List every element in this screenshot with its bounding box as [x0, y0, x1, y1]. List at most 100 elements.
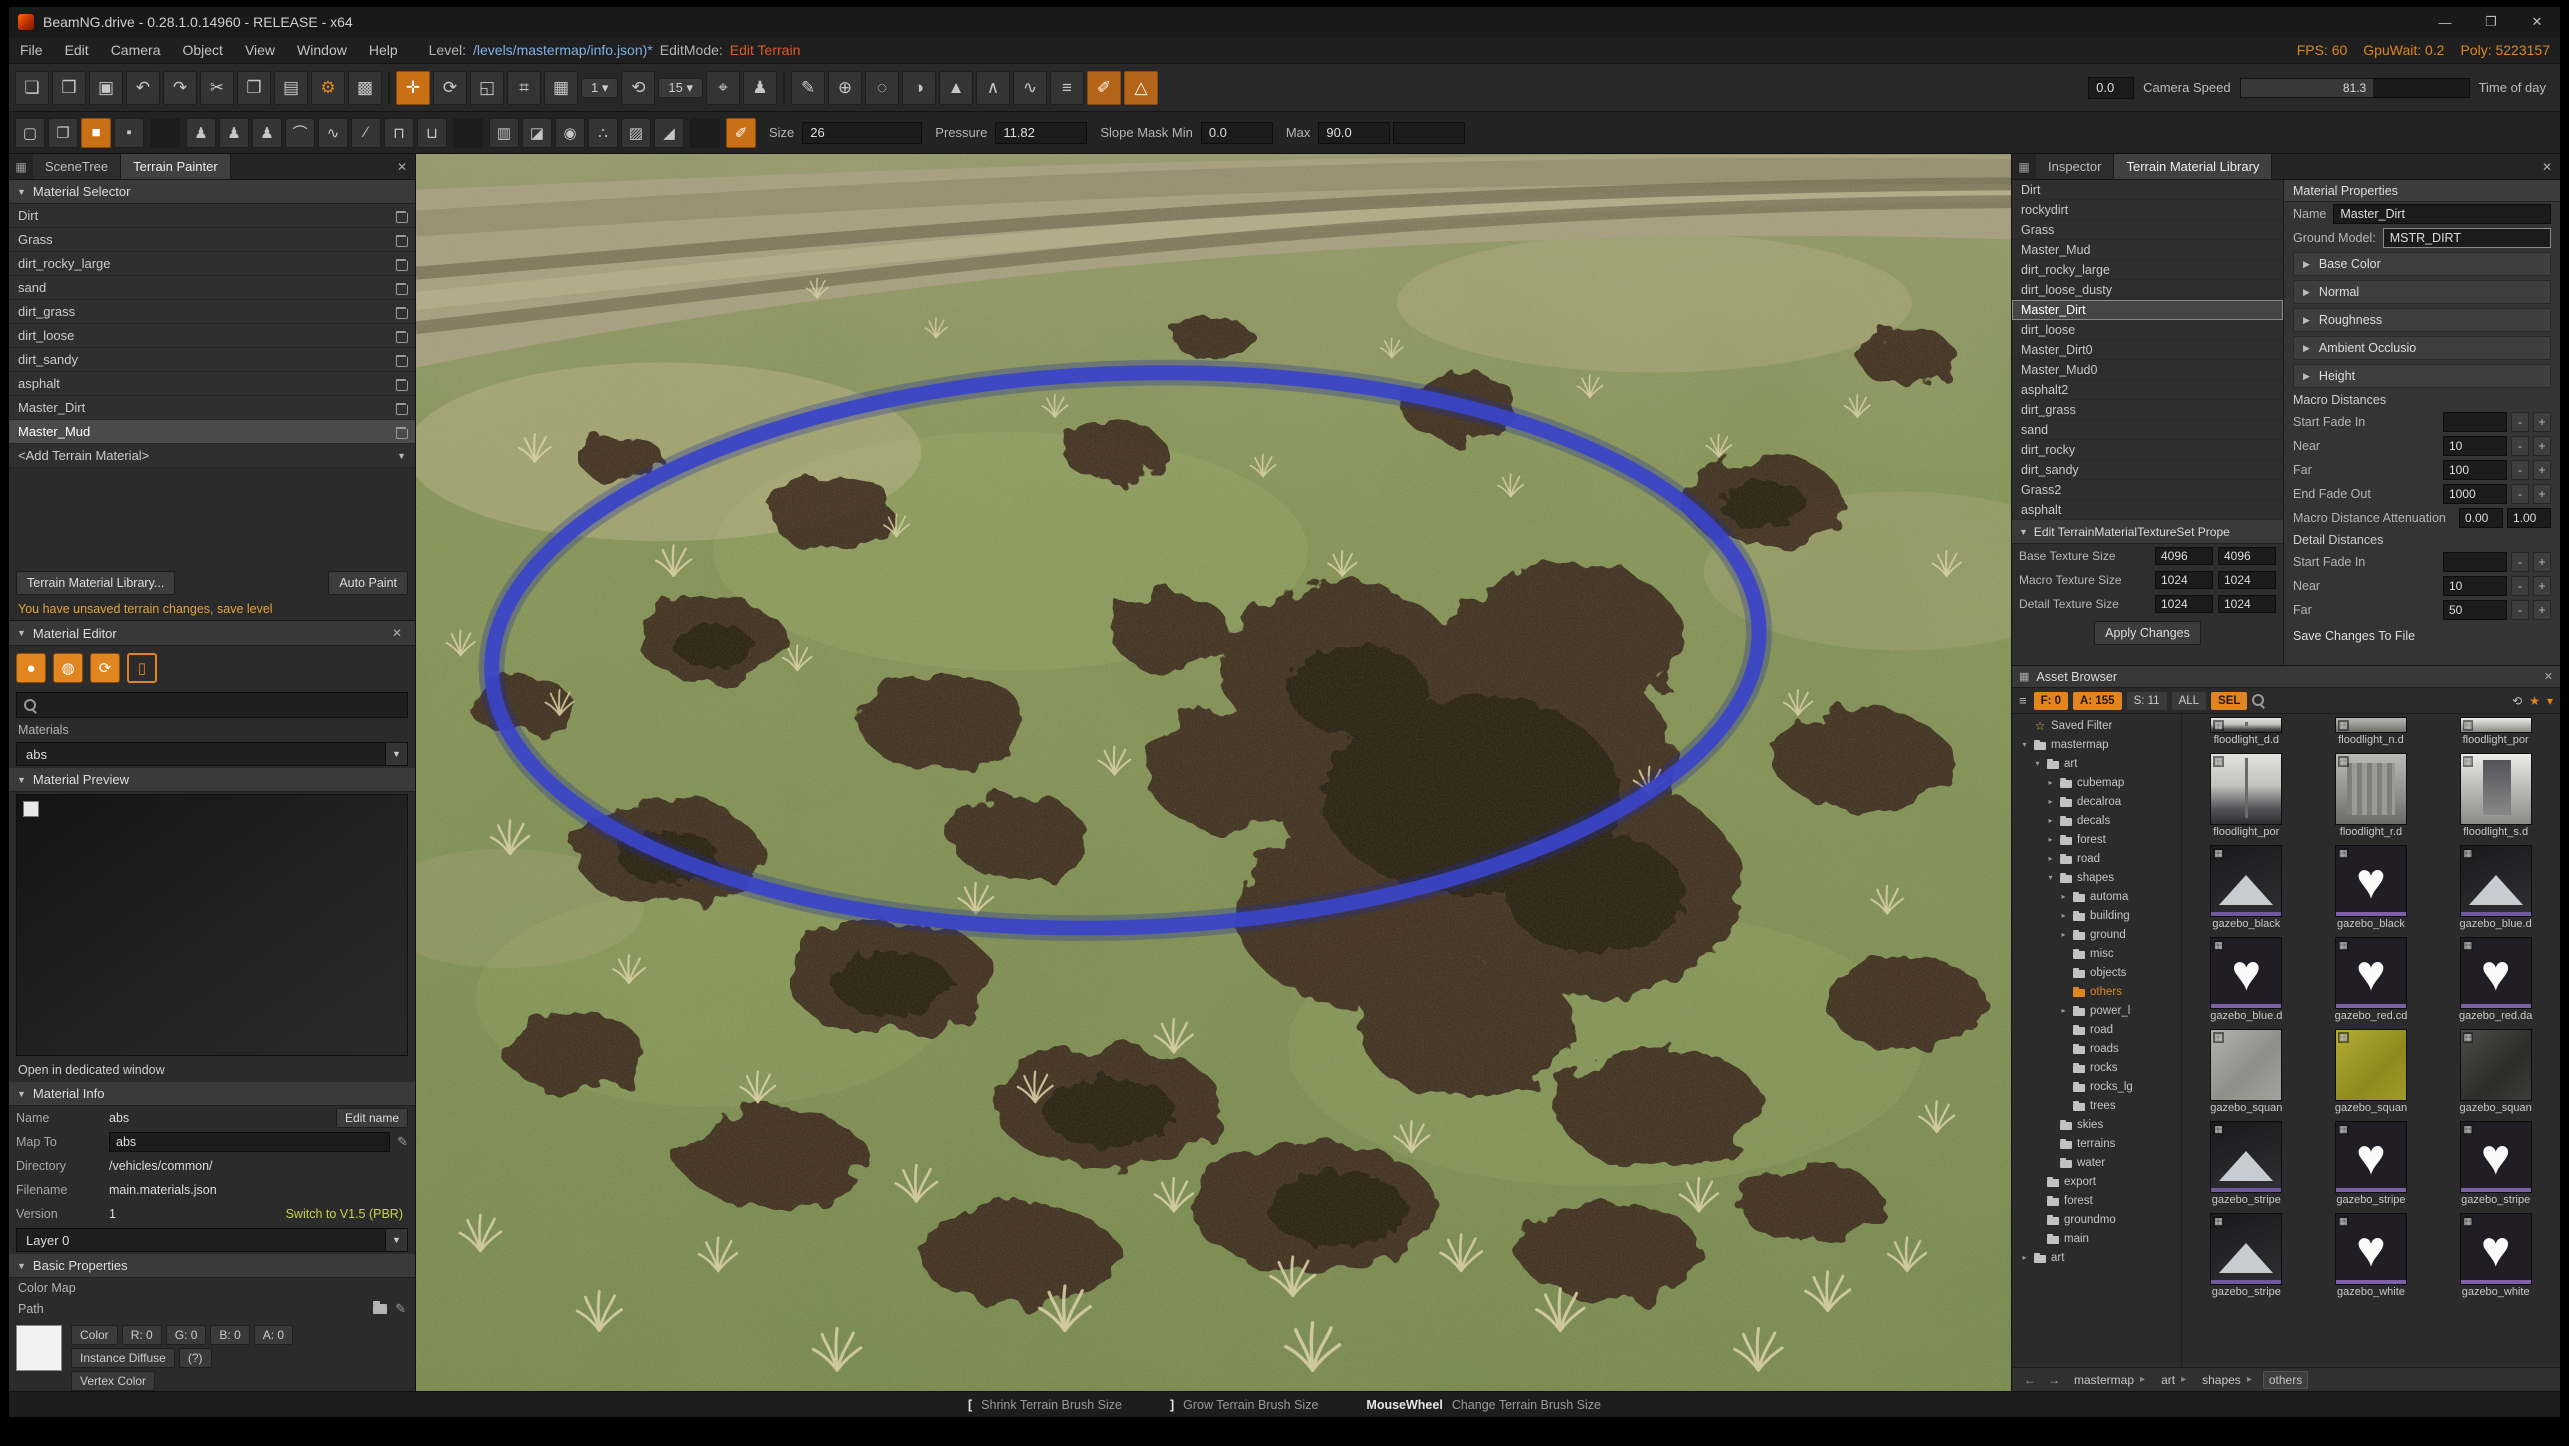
right-panel-tab[interactable]: Inspector: [2036, 154, 2114, 179]
increment-button[interactable]: +: [2533, 412, 2551, 432]
mask-icon[interactable]: ▨: [621, 118, 651, 148]
asset-thumbnail[interactable]: ▦ gazebo_red.cd: [2309, 934, 2434, 1026]
textureset-header[interactable]: ▼ Edit TerrainMaterialTextureSet Prope: [2012, 520, 2283, 544]
asset-thumbnail[interactable]: ▦ floodlight_por: [2433, 714, 2558, 750]
filter-chip[interactable]: S: 11: [2127, 692, 2167, 710]
brush-pressure-input[interactable]: 11.82: [995, 122, 1087, 144]
distance-value-input[interactable]: [2443, 436, 2507, 456]
spray-icon[interactable]: ∴: [588, 118, 618, 148]
asset-thumbnail[interactable]: ▦ gazebo_black: [2309, 842, 2434, 934]
height-columns-icon[interactable]: ▥: [489, 118, 519, 148]
switch-pbr-button[interactable]: Switch to V1.5 (PBR): [281, 1206, 408, 1222]
library-material-row[interactable]: dirt_sandy: [2012, 460, 2283, 480]
filter-chip[interactable]: F: 0: [2034, 692, 2068, 710]
menu-item[interactable]: Edit: [54, 37, 100, 63]
material-sphere-icon[interactable]: ●: [16, 653, 46, 683]
asset-tree-item[interactable]: objects: [2012, 963, 2181, 982]
breadcrumb-item[interactable]: art ▸: [2156, 1372, 2191, 1388]
paint-material-icon[interactable]: ✐: [726, 118, 756, 148]
back-icon[interactable]: ←: [2021, 1373, 2039, 1387]
new-file-icon[interactable]: ❏: [15, 71, 49, 105]
save-changes-button[interactable]: Save Changes To File: [2293, 629, 2551, 643]
asset-tree-item[interactable]: groundmo: [2012, 1210, 2181, 1229]
auto-paint-button[interactable]: Auto Paint: [328, 571, 408, 595]
delete-material-icon[interactable]: [396, 330, 406, 342]
decrement-button[interactable]: -: [2511, 460, 2529, 480]
terrain-sculpt-icon[interactable]: △: [1124, 71, 1158, 105]
asset-tree-item[interactable]: ▸ power_l: [2012, 1001, 2181, 1020]
asset-thumbnail[interactable]: ▦ floodlight_n.d: [2309, 714, 2434, 750]
decrement-button[interactable]: -: [2511, 412, 2529, 432]
decrement-button[interactable]: -: [2511, 552, 2529, 572]
color-b-value[interactable]: B: 0: [210, 1325, 249, 1345]
increment-button[interactable]: +: [2533, 576, 2551, 596]
eraser-icon[interactable]: ◪: [522, 118, 552, 148]
terrain-material-library-button[interactable]: Terrain Material Library...: [16, 571, 175, 595]
library-material-row[interactable]: dirt_rocky: [2012, 440, 2283, 460]
asset-thumbnail[interactable]: ▦ gazebo_stripe: [2184, 1118, 2309, 1210]
magnet-snap-icon[interactable]: ⌖: [706, 71, 740, 105]
increment-button[interactable]: +: [2533, 460, 2551, 480]
grid-size-dropdown[interactable]: 1 ▾: [581, 78, 618, 98]
material-name-input[interactable]: [2333, 204, 2551, 224]
smooth-terrain-icon[interactable]: ∿: [1013, 71, 1047, 105]
asset-thumbnail[interactable]: ▦ gazebo_squan: [2433, 1026, 2558, 1118]
flood-fill-icon[interactable]: ◉: [555, 118, 585, 148]
library-material-row[interactable]: dirt_loose: [2012, 320, 2283, 340]
asset-tree-item[interactable]: misc: [2012, 944, 2181, 963]
asset-tree-item[interactable]: others: [2012, 982, 2181, 1001]
snap-rotate-icon[interactable]: ⟲: [621, 71, 655, 105]
terrain-material-row[interactable]: Master_Mud: [9, 420, 415, 444]
mountain-tool-icon[interactable]: ▲: [939, 71, 973, 105]
basic-properties-header[interactable]: ▼ Basic Properties: [9, 1254, 415, 1278]
menu-item[interactable]: View: [234, 37, 286, 63]
camera-speed-min-input[interactable]: 0.0: [2088, 77, 2134, 99]
angle-snap-dropdown[interactable]: 15 ▾: [658, 78, 703, 98]
decrement-button[interactable]: -: [2511, 600, 2529, 620]
delete-material-icon[interactable]: [396, 402, 406, 414]
paint-terrain-icon[interactable]: ✐: [1087, 71, 1121, 105]
material-sphere-alt-icon[interactable]: ◍: [53, 653, 83, 683]
asset-tree-item[interactable]: road: [2012, 1020, 2181, 1039]
delete-material-icon[interactable]: [396, 234, 406, 246]
asset-tree-item[interactable]: ▸ decals: [2012, 811, 2181, 830]
material-editor-header[interactable]: ▼ Material Editor ✕: [9, 620, 415, 646]
delete-material-icon[interactable]: [396, 306, 406, 318]
map-section-header[interactable]: ▶ Normal: [2293, 280, 2551, 304]
texture-size-input[interactable]: [2218, 547, 2276, 565]
texture-size-input[interactable]: [2218, 571, 2276, 589]
ramp-icon[interactable]: ◢: [654, 118, 684, 148]
material-preview-area[interactable]: [16, 794, 408, 1056]
asset-tree-item[interactable]: rocks_lg: [2012, 1077, 2181, 1096]
close-button[interactable]: ✕: [2514, 7, 2560, 37]
library-material-row[interactable]: Master_Dirt: [2012, 300, 2283, 320]
apply-changes-button[interactable]: Apply Changes: [2094, 621, 2201, 645]
open-dedicated-window-link[interactable]: Open in dedicated window: [9, 1058, 415, 1082]
delete-material-icon[interactable]: [396, 282, 406, 294]
edit-name-button[interactable]: Edit name: [336, 1108, 408, 1128]
increment-button[interactable]: +: [2533, 484, 2551, 504]
color-a-value[interactable]: A: 0: [254, 1325, 293, 1345]
curve-plateau-icon[interactable]: ⊔: [417, 118, 447, 148]
material-filter-dropdown[interactable]: abs ▼: [16, 742, 408, 766]
menu-item[interactable]: Camera: [100, 37, 172, 63]
library-material-row[interactable]: Master_Dirt0: [2012, 340, 2283, 360]
maximize-button[interactable]: ❐: [2468, 7, 2514, 37]
slope-mask-min-input[interactable]: 0.0: [1201, 122, 1273, 144]
list-view-icon[interactable]: ≡: [2019, 693, 2027, 708]
undo-icon[interactable]: ↶: [126, 71, 160, 105]
move-tool-icon[interactable]: ✛: [396, 71, 430, 105]
asset-tree-item[interactable]: Saved Filter: [2012, 716, 2181, 735]
decrement-button[interactable]: -: [2511, 484, 2529, 504]
asset-tree-item[interactable]: terrains: [2012, 1134, 2181, 1153]
asset-thumbnail[interactable]: ▦ gazebo_squan: [2309, 1026, 2434, 1118]
material-info-header[interactable]: ▼ Material Info: [9, 1082, 415, 1106]
map-section-header[interactable]: ▶ Ambient Occlusio: [2293, 336, 2551, 360]
distance-value-input[interactable]: [2443, 552, 2507, 572]
attenuation-max-input[interactable]: [2507, 508, 2551, 528]
material-selector-header[interactable]: ▼ Material Selector: [9, 180, 415, 204]
forest-place-icon[interactable]: ♟: [186, 118, 216, 148]
distance-value-input[interactable]: [2443, 460, 2507, 480]
asset-tree-item[interactable]: ▸ art: [2012, 1248, 2181, 1267]
asset-thumbnail[interactable]: ▦ gazebo_stripe: [2184, 1210, 2309, 1302]
